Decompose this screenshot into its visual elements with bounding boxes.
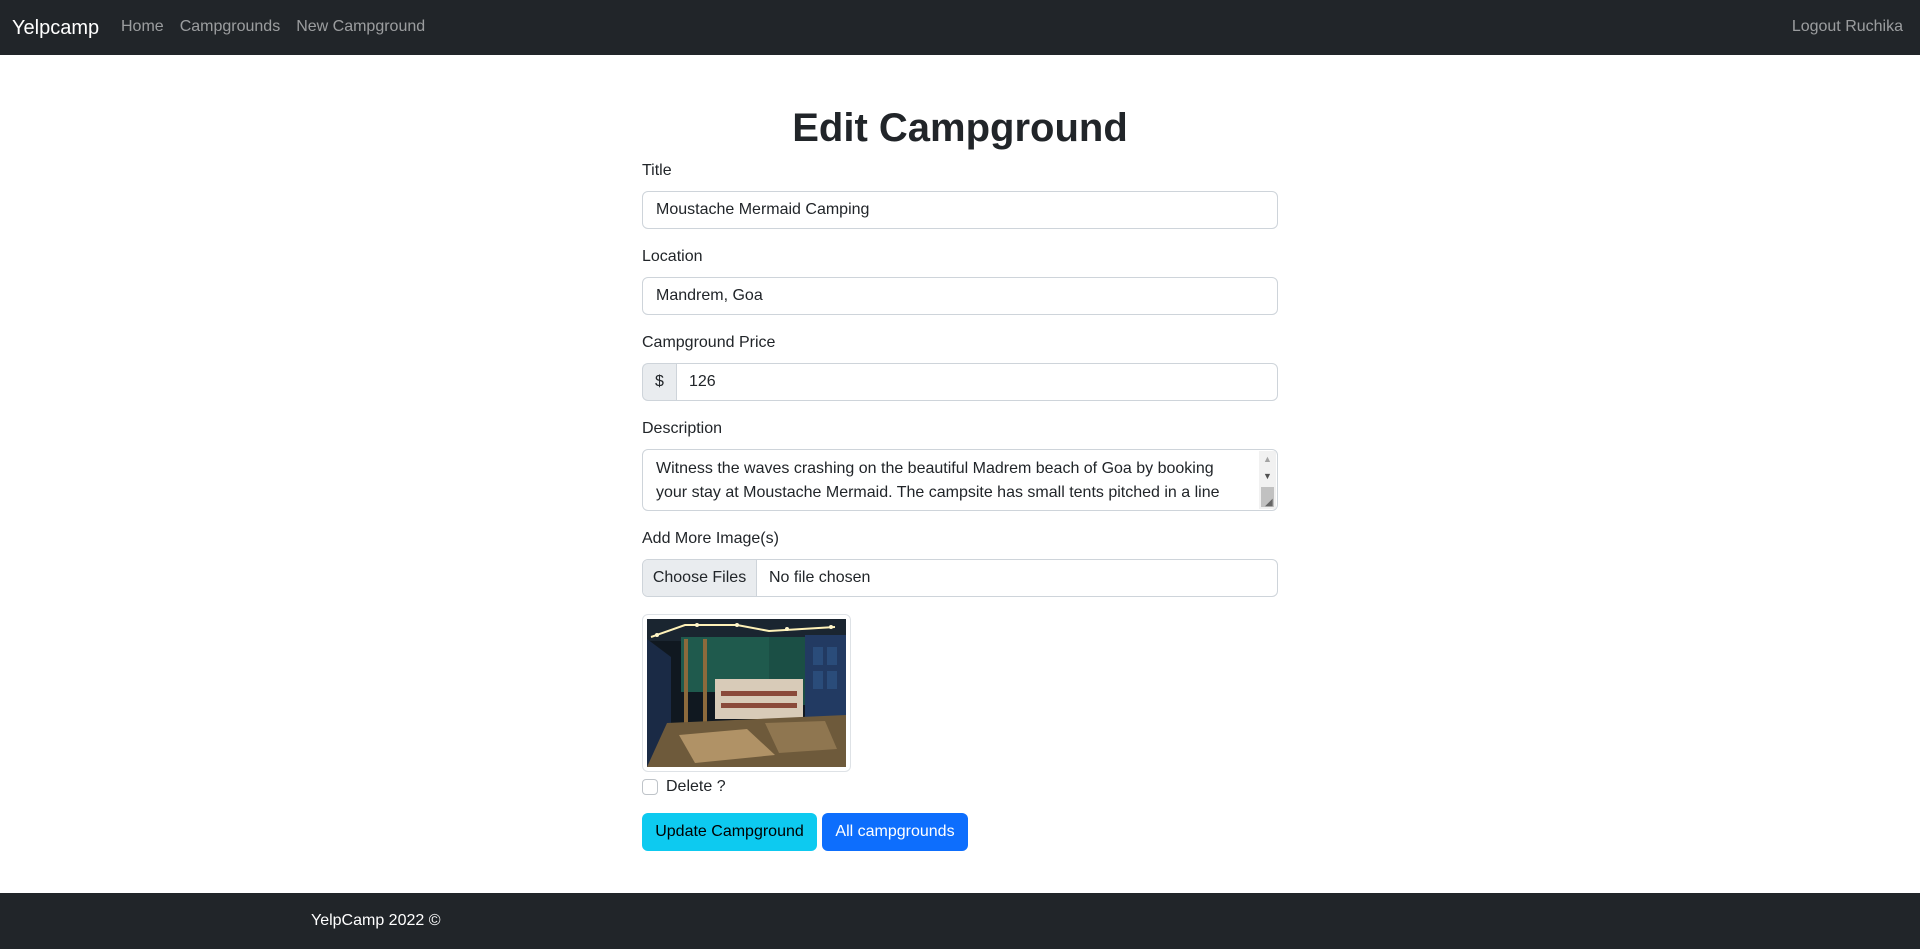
delete-image-checkbox[interactable]: [642, 779, 658, 795]
nav-links: Home Campgrounds New Campground: [121, 15, 425, 39]
resize-grip-icon[interactable]: ◢: [1265, 498, 1275, 508]
dollar-prefix: $: [642, 363, 676, 401]
delete-image-row: Delete ?: [642, 776, 726, 798]
footer-copyright: YelpCamp 2022 ©: [311, 912, 441, 929]
description-textarea[interactable]: Witness the waves crashing on the beauti…: [642, 449, 1278, 511]
campground-photo-icon: [647, 619, 846, 767]
nav-campgrounds[interactable]: Campgrounds: [180, 15, 281, 39]
title-input[interactable]: Moustache Mermaid Camping: [642, 191, 1278, 229]
all-campgrounds-button[interactable]: All campgrounds: [822, 813, 968, 851]
price-label: Campground Price: [642, 334, 776, 351]
price-input[interactable]: 126: [676, 363, 1278, 401]
delete-image-label: Delete ?: [666, 778, 726, 795]
scroll-down-arrow-icon[interactable]: ▼: [1259, 468, 1276, 485]
update-campground-button[interactable]: Update Campground: [642, 813, 817, 851]
file-status-text: No file chosen: [769, 569, 871, 586]
brand-link[interactable]: Yelpcamp: [12, 14, 99, 42]
title-label: Title: [642, 162, 672, 179]
campground-image-thumbnail: [642, 614, 851, 772]
edit-campground-form: Edit Campground Title Moustache Mermaid …: [642, 100, 1278, 851]
nav-home[interactable]: Home: [121, 15, 164, 39]
location-label: Location: [642, 248, 703, 265]
description-label: Description: [642, 420, 723, 437]
image-file-input[interactable]: Choose Files No file chosen: [642, 559, 1278, 597]
nav-new-campground[interactable]: New Campground: [296, 15, 425, 39]
footer: YelpCamp 2022 ©: [0, 893, 1920, 949]
navbar: Yelpcamp Home Campgrounds New Campground…: [0, 0, 1920, 55]
logout-link[interactable]: Logout Ruchika: [1792, 15, 1903, 39]
price-input-group: $ 126: [642, 363, 1278, 401]
location-input[interactable]: Mandrem, Goa: [642, 277, 1278, 315]
choose-files-button[interactable]: Choose Files: [643, 560, 757, 596]
images-label: Add More Image(s): [642, 530, 779, 547]
page-title: Edit Campground: [792, 106, 1128, 150]
description-text: Witness the waves crashing on the beauti…: [656, 460, 1220, 501]
scroll-up-arrow-icon[interactable]: ▲: [1259, 451, 1276, 468]
